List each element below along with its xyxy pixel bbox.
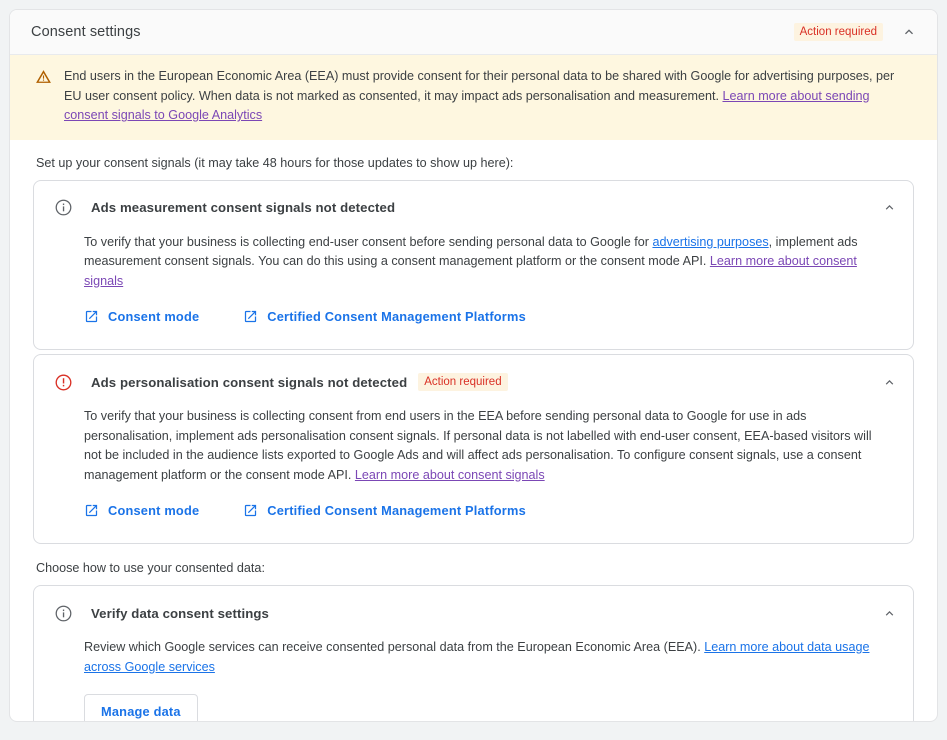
card-action-row: Consent mode Certified Consent Managemen… bbox=[84, 309, 883, 324]
card-description: To verify that your business is collecti… bbox=[84, 407, 883, 485]
section-label-setup: Set up your consent signals (it may take… bbox=[36, 156, 914, 170]
card-ads-personalisation: Ads personalisation consent signals not … bbox=[33, 354, 914, 544]
page-title: Consent settings bbox=[31, 24, 794, 40]
card-status-badge: Action required bbox=[418, 373, 507, 391]
card-description: Review which Google services can receive… bbox=[84, 638, 883, 677]
card-collapse-chevron-up-icon[interactable] bbox=[875, 368, 903, 396]
warning-banner-text: End users in the European Economic Area … bbox=[64, 67, 915, 126]
panel-body: Set up your consent signals (it may take… bbox=[10, 140, 937, 723]
card-title: Ads personalisation consent signals not … bbox=[91, 375, 407, 390]
open-in-new-icon bbox=[84, 503, 99, 518]
panel-header: Consent settings Action required bbox=[10, 10, 937, 55]
desc-part-1: To verify that your business is collecti… bbox=[84, 235, 652, 249]
link-button-label: Certified Consent Management Platforms bbox=[267, 309, 526, 324]
card-header: Ads measurement consent signals not dete… bbox=[34, 181, 913, 233]
card-description: To verify that your business is collecti… bbox=[84, 233, 883, 292]
card-collapse-chevron-up-icon[interactable] bbox=[875, 194, 903, 222]
consent-settings-panel: Consent settings Action required End use… bbox=[9, 9, 938, 722]
section-label-consented-data: Choose how to use your consented data: bbox=[36, 561, 914, 575]
manage-data-button[interactable]: Manage data bbox=[84, 694, 198, 722]
link-button-label: Certified Consent Management Platforms bbox=[267, 503, 526, 518]
panel-collapse-chevron-up-icon[interactable] bbox=[895, 18, 923, 46]
status-badge: Action required bbox=[794, 23, 883, 41]
card-header: Ads personalisation consent signals not … bbox=[34, 355, 913, 407]
card-action-row: Consent mode Certified Consent Managemen… bbox=[84, 503, 883, 518]
card-body: To verify that your business is collecti… bbox=[34, 407, 913, 543]
card-title: Verify data consent settings bbox=[91, 606, 269, 621]
info-circle-icon bbox=[54, 604, 73, 623]
certified-cmp-link-button[interactable]: Certified Consent Management Platforms bbox=[243, 309, 526, 324]
consent-signals-learn-more-link[interactable]: Learn more about consent signals bbox=[355, 468, 545, 482]
consent-mode-link-button[interactable]: Consent mode bbox=[84, 503, 199, 518]
desc-part-1: Review which Google services can receive… bbox=[84, 640, 704, 654]
card-ads-measurement: Ads measurement consent signals not dete… bbox=[33, 180, 914, 351]
info-circle-icon bbox=[54, 198, 73, 217]
card-header: Verify data consent settings bbox=[34, 586, 913, 638]
advertising-purposes-link[interactable]: advertising purposes bbox=[652, 235, 768, 249]
error-circle-icon bbox=[54, 373, 73, 392]
card-verify-data-consent: Verify data consent settings Review whic… bbox=[33, 585, 914, 722]
card-collapse-chevron-up-icon[interactable] bbox=[875, 599, 903, 627]
open-in-new-icon bbox=[243, 309, 258, 324]
open-in-new-icon bbox=[84, 309, 99, 324]
link-button-label: Consent mode bbox=[108, 309, 199, 324]
warning-triangle-icon bbox=[35, 68, 52, 88]
card-body: To verify that your business is collecti… bbox=[34, 233, 913, 350]
card-body: Review which Google services can receive… bbox=[34, 638, 913, 722]
consent-mode-link-button[interactable]: Consent mode bbox=[84, 309, 199, 324]
consent-warning-banner: End users in the European Economic Area … bbox=[10, 55, 937, 140]
open-in-new-icon bbox=[243, 503, 258, 518]
link-button-label: Consent mode bbox=[108, 503, 199, 518]
certified-cmp-link-button[interactable]: Certified Consent Management Platforms bbox=[243, 503, 526, 518]
card-title: Ads measurement consent signals not dete… bbox=[91, 200, 395, 215]
